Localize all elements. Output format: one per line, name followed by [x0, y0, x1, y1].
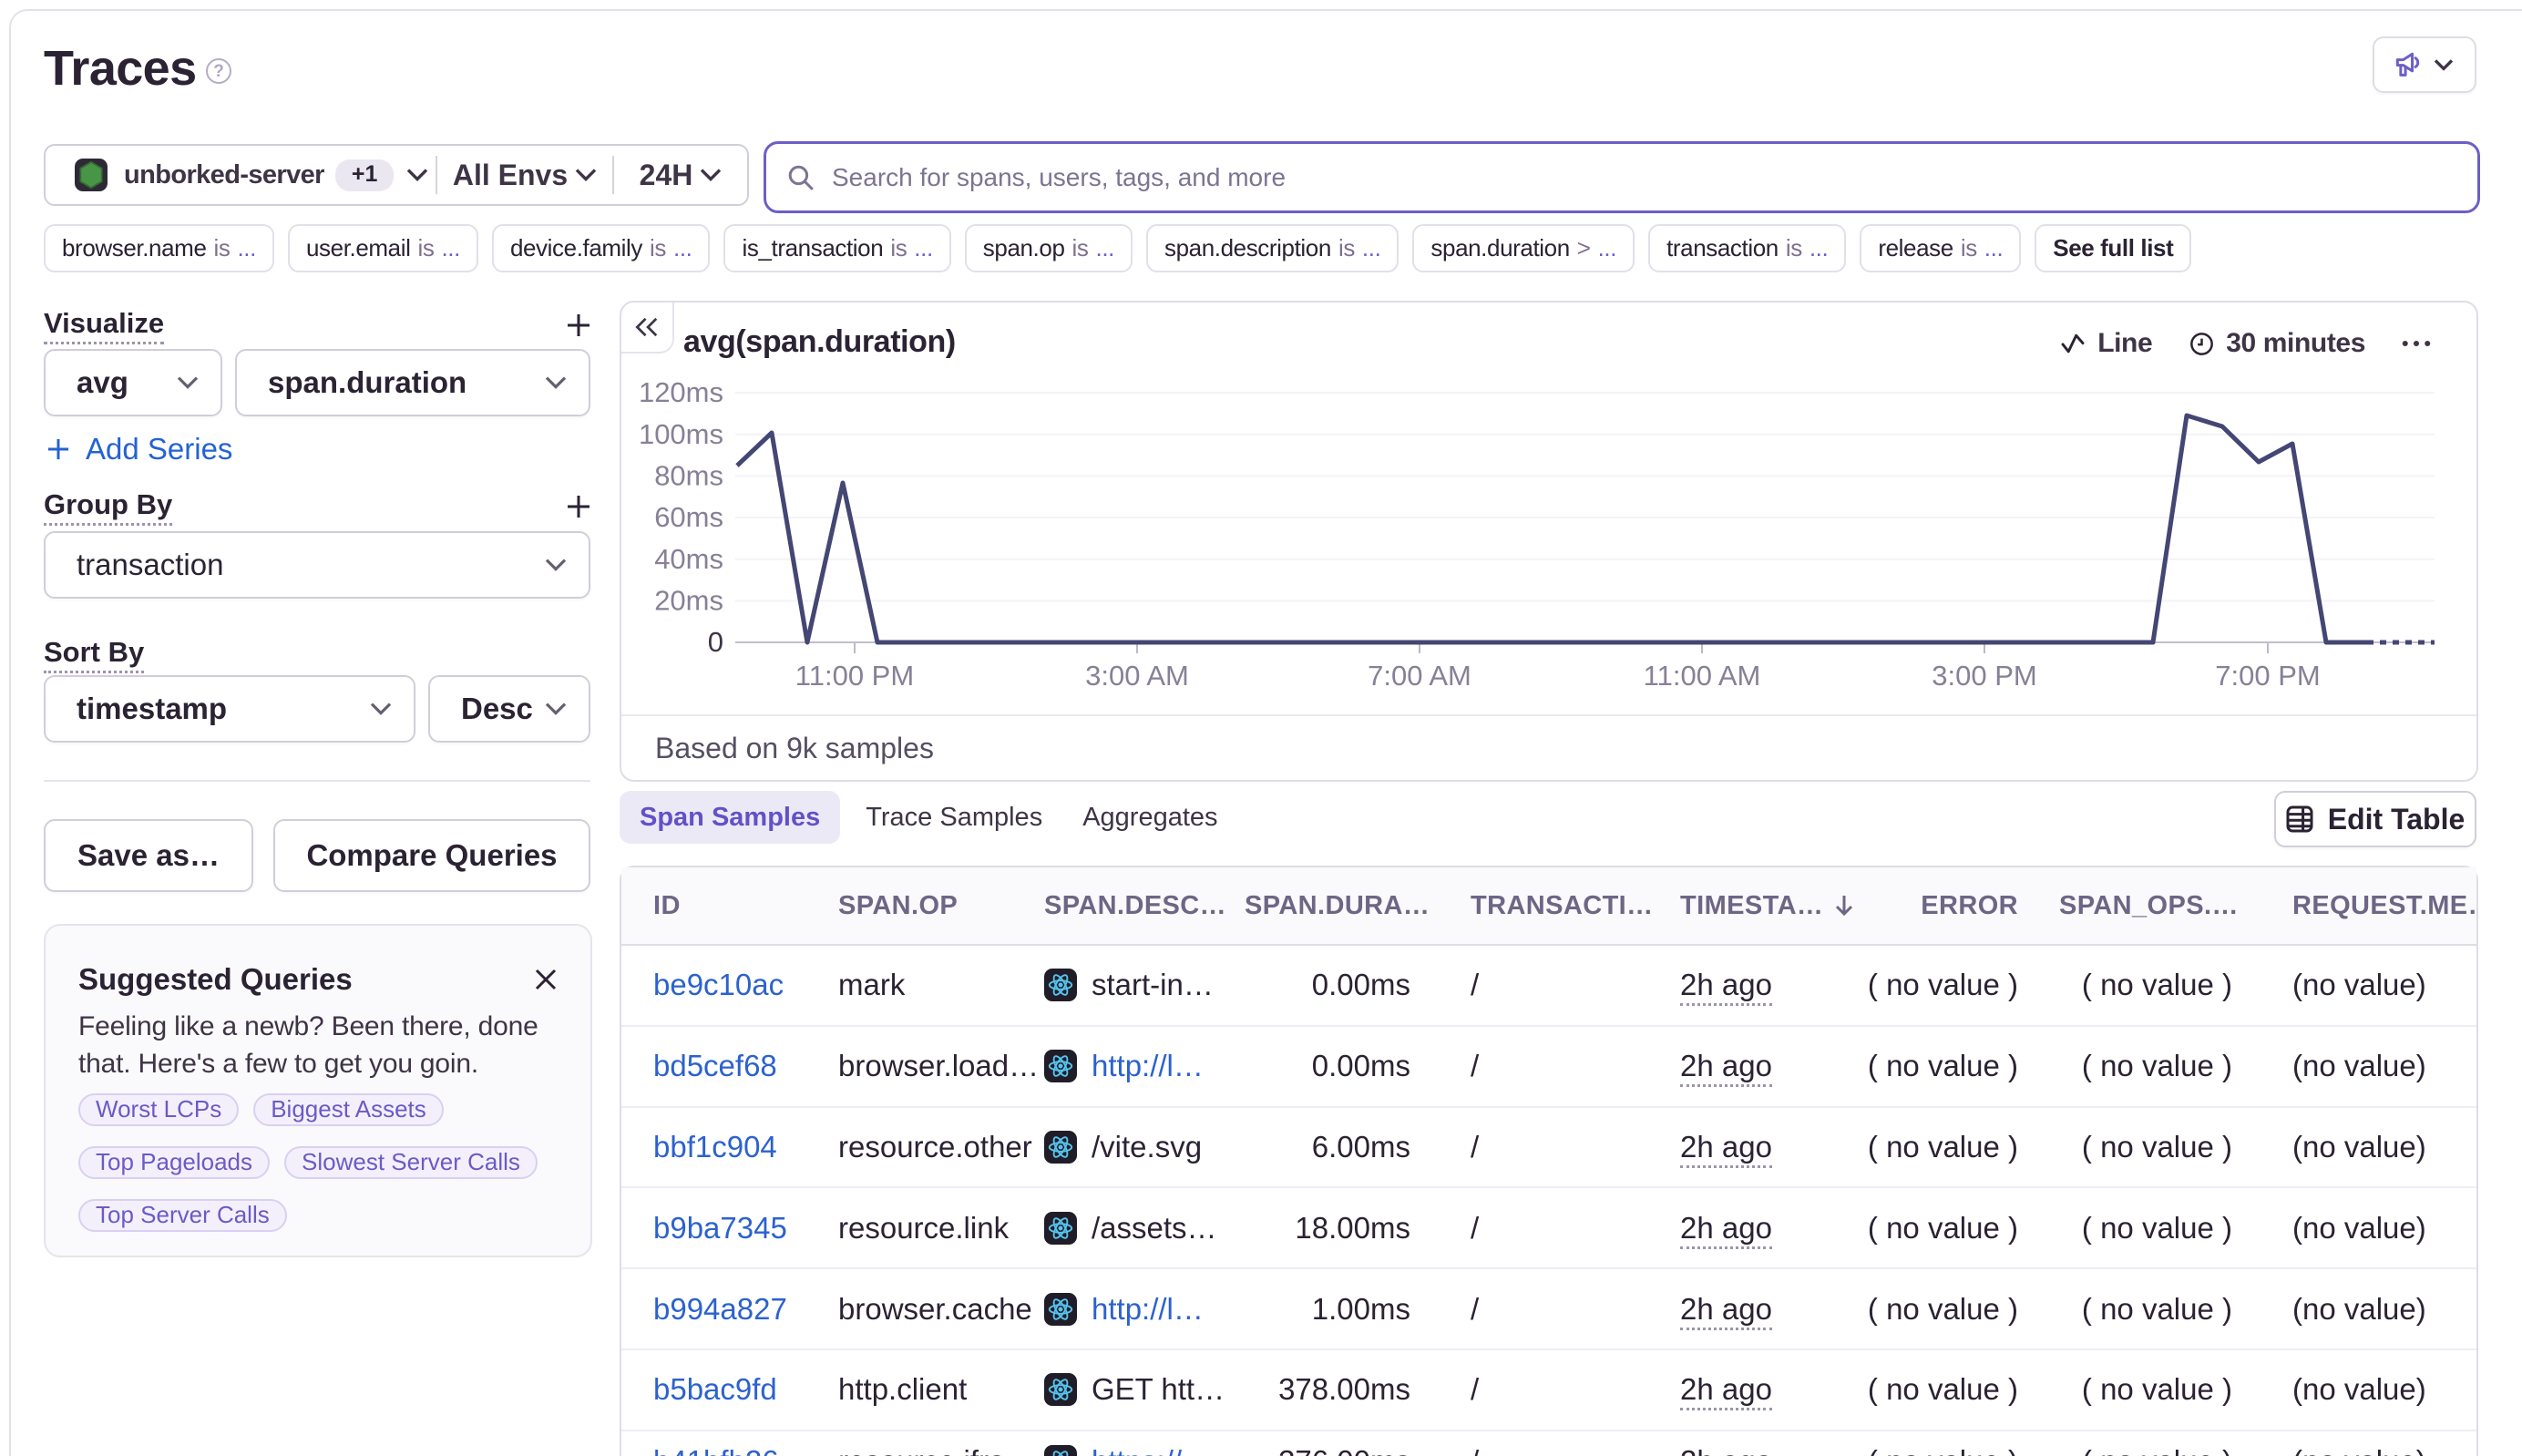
svg-text:100ms: 100ms [639, 418, 723, 450]
svg-text:20ms: 20ms [654, 585, 723, 617]
svg-text:3:00 AM: 3:00 AM [1085, 660, 1189, 692]
svg-text:7:00 AM: 7:00 AM [1368, 660, 1471, 692]
svg-text:11:00 PM: 11:00 PM [795, 660, 914, 692]
svg-text:120ms: 120ms [639, 376, 723, 408]
svg-text:60ms: 60ms [654, 501, 723, 533]
svg-text:80ms: 80ms [654, 459, 723, 491]
svg-text:11:00 AM: 11:00 AM [1644, 660, 1761, 692]
svg-text:0: 0 [708, 626, 723, 658]
svg-text:7:00 PM: 7:00 PM [2215, 660, 2320, 692]
svg-text:3:00 PM: 3:00 PM [1932, 660, 2036, 692]
svg-text:40ms: 40ms [654, 543, 723, 575]
